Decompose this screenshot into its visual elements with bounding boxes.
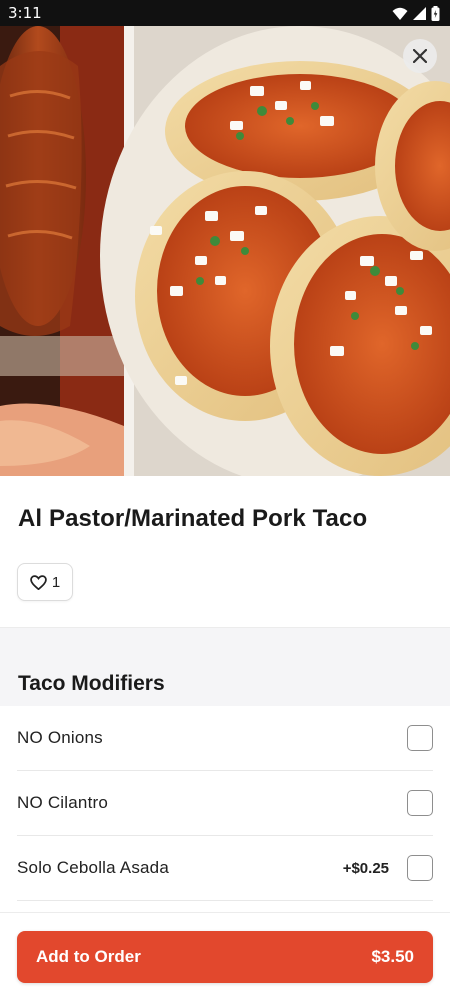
modifier-label: Solo Cebolla Asada bbox=[17, 858, 169, 877]
order-total: $3.50 bbox=[371, 947, 414, 966]
wifi-icon bbox=[392, 7, 408, 20]
status-icons bbox=[392, 5, 440, 21]
heart-icon bbox=[30, 574, 47, 590]
modifier-label: NO Onions bbox=[17, 728, 103, 747]
item-title: Al Pastor/Marinated Pork Taco bbox=[18, 505, 368, 532]
signal-icon bbox=[413, 6, 426, 20]
modifier-list: NO Onions NO Cilantro Solo Cebolla Asada… bbox=[0, 706, 450, 901]
like-button[interactable]: 1 bbox=[17, 563, 73, 601]
add-to-order-label: Add to Order bbox=[36, 947, 141, 966]
modifier-checkbox[interactable] bbox=[407, 725, 433, 751]
modifier-row[interactable]: Solo Cebolla Asada +$0.25 bbox=[17, 836, 433, 901]
modifier-checkbox[interactable] bbox=[407, 855, 433, 881]
battery-icon bbox=[431, 5, 440, 21]
add-to-order-button[interactable]: Add to Order $3.50 bbox=[17, 931, 433, 983]
taco-illustration bbox=[0, 26, 450, 476]
close-button[interactable] bbox=[403, 39, 437, 73]
modifier-label: NO Cilantro bbox=[17, 793, 109, 812]
modifier-row[interactable]: NO Onions bbox=[17, 706, 433, 771]
modifier-checkbox[interactable] bbox=[407, 790, 433, 816]
status-bar: 3:11 bbox=[0, 0, 450, 26]
like-count: 1 bbox=[51, 573, 61, 591]
close-icon bbox=[413, 49, 427, 63]
modifiers-section-title: Taco Modifiers bbox=[18, 672, 165, 695]
modifier-price: +$0.25 bbox=[342, 859, 389, 877]
status-time: 3:11 bbox=[8, 4, 42, 22]
item-photo bbox=[0, 26, 450, 476]
modifier-row[interactable]: NO Cilantro bbox=[17, 771, 433, 836]
